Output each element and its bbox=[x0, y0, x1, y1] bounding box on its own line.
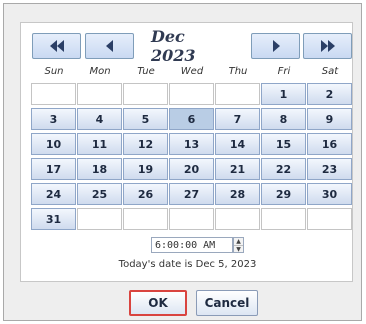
time-field[interactable]: 6:00:00 AM bbox=[151, 237, 233, 253]
day-cell[interactable]: 24 bbox=[31, 183, 76, 205]
weekday-label: Mon bbox=[89, 66, 111, 77]
day-cell[interactable]: 9 bbox=[307, 108, 352, 130]
day-cell[interactable]: 31 bbox=[31, 208, 76, 230]
day-cell[interactable]: 21 bbox=[215, 158, 260, 180]
day-cell[interactable]: 10 bbox=[31, 133, 76, 155]
spinner-up-icon[interactable]: ▲ bbox=[234, 238, 243, 245]
day-cell[interactable]: 2 bbox=[307, 83, 352, 105]
ok-button[interactable]: OK bbox=[129, 290, 187, 316]
weekday-label: Sat bbox=[321, 66, 339, 77]
day-cell[interactable]: 8 bbox=[261, 108, 306, 130]
day-cell[interactable]: 19 bbox=[123, 158, 168, 180]
day-cell[interactable]: 16 bbox=[307, 133, 352, 155]
empty-day-cell bbox=[307, 208, 352, 230]
day-cell[interactable]: 18 bbox=[77, 158, 122, 180]
time-spinner[interactable]: ▲ ▼ bbox=[233, 237, 244, 253]
empty-day-cell bbox=[123, 83, 168, 105]
empty-day-cell bbox=[123, 208, 168, 230]
day-cell[interactable]: 6 bbox=[169, 108, 214, 130]
right-arrow-icon bbox=[272, 40, 280, 52]
left-arrow-icon bbox=[105, 40, 113, 52]
empty-day-cell bbox=[77, 208, 122, 230]
day-cell[interactable]: 5 bbox=[123, 108, 168, 130]
previous-year-button[interactable] bbox=[32, 33, 81, 59]
empty-day-cell bbox=[215, 83, 260, 105]
empty-day-cell bbox=[31, 83, 76, 105]
double-left-arrow-icon bbox=[49, 40, 64, 52]
double-right-arrow-icon bbox=[320, 40, 335, 52]
empty-day-cell bbox=[261, 208, 306, 230]
month-year-label: Dec 2023 bbox=[151, 27, 196, 65]
day-cell[interactable]: 27 bbox=[169, 183, 214, 205]
weekday-label: Sun bbox=[44, 66, 64, 77]
day-cell[interactable]: 22 bbox=[261, 158, 306, 180]
day-cell[interactable]: 13 bbox=[169, 133, 214, 155]
day-cell[interactable]: 26 bbox=[123, 183, 168, 205]
day-cell[interactable]: 7 bbox=[215, 108, 260, 130]
day-cell[interactable]: 1 bbox=[261, 83, 306, 105]
day-cell[interactable]: 25 bbox=[77, 183, 122, 205]
next-month-button[interactable] bbox=[251, 33, 300, 59]
date-picker-dialog: Dec 2023 Sun Mon Tue Wed Thu Fri Sat 123456789… bbox=[3, 3, 362, 321]
day-cell[interactable]: 29 bbox=[261, 183, 306, 205]
day-cell[interactable]: 17 bbox=[31, 158, 76, 180]
day-cell[interactable]: 12 bbox=[123, 133, 168, 155]
day-cell[interactable]: 23 bbox=[307, 158, 352, 180]
spinner-down-icon[interactable]: ▼ bbox=[234, 245, 243, 253]
next-year-button[interactable] bbox=[303, 33, 352, 59]
day-cell[interactable]: 30 bbox=[307, 183, 352, 205]
day-cell[interactable]: 28 bbox=[215, 183, 260, 205]
day-cell[interactable]: 4 bbox=[77, 108, 122, 130]
day-cell[interactable]: 15 bbox=[261, 133, 306, 155]
day-cell[interactable]: 20 bbox=[169, 158, 214, 180]
weekday-label: Tue bbox=[137, 66, 155, 77]
day-cell[interactable]: 11 bbox=[77, 133, 122, 155]
previous-month-button[interactable] bbox=[85, 33, 134, 59]
day-cell[interactable]: 3 bbox=[31, 108, 76, 130]
today-date-label: Today's date is Dec 5, 2023 bbox=[118, 259, 257, 270]
calendar-panel: Dec 2023 Sun Mon Tue Wed Thu Fri Sat 123456789… bbox=[20, 22, 353, 282]
weekday-label: Wed bbox=[180, 66, 204, 77]
day-cell[interactable]: 14 bbox=[215, 133, 260, 155]
weekday-label: Fri bbox=[277, 66, 291, 77]
empty-day-cell bbox=[169, 83, 214, 105]
weekday-label: Thu bbox=[228, 66, 248, 77]
empty-day-cell bbox=[215, 208, 260, 230]
cancel-button[interactable]: Cancel bbox=[196, 290, 258, 316]
empty-day-cell bbox=[77, 83, 122, 105]
empty-day-cell bbox=[169, 208, 214, 230]
